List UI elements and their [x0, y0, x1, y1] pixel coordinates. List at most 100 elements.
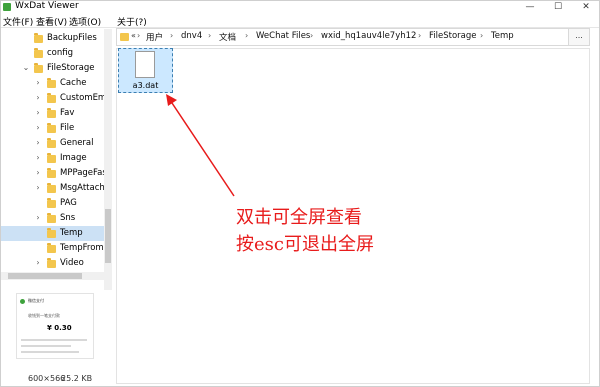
folder-icon — [34, 63, 43, 73]
folder-icon — [47, 123, 56, 133]
tree-item-mppagefas[interactable]: › MPPageFas — [0, 166, 107, 181]
tree-item-tempfromp[interactable]: TempFromP — [0, 241, 109, 256]
chevron-right-icon: › — [170, 31, 174, 40]
menu-options[interactable]: 选项(O) — [69, 15, 101, 28]
preview-divider — [21, 351, 79, 353]
tree-item-label: config — [47, 48, 74, 58]
annotation-line-2: 按esc可退出全屏 — [236, 234, 374, 255]
tree-item-filestorage[interactable]: ⌄ FileStorage — [0, 61, 104, 76]
chevron-right-icon[interactable]: › — [34, 168, 42, 177]
folder-icon — [47, 243, 56, 253]
image-preview[interactable]: 微信支付 收钱到一笔支付款 ¥ 0.30 — [16, 293, 94, 359]
preview-divider — [21, 345, 71, 347]
tree-item-sns[interactable]: › Sns — [0, 211, 104, 226]
tree-hscroll-thumb[interactable] — [8, 273, 82, 279]
folder-icon — [47, 138, 56, 148]
annotation-line-1: 双击可全屏查看 — [236, 207, 362, 228]
tree-item-label: MPPageFas — [60, 168, 107, 178]
tree-item-label: MsgAttach — [60, 183, 105, 193]
chevron-down-icon[interactable]: ⌄ — [22, 63, 30, 72]
menu-file[interactable]: 文件(F) — [3, 15, 33, 28]
breadcrumb-segment[interactable]: Temp — [491, 31, 514, 41]
tree-item-label: General — [60, 138, 94, 148]
tree-item-temp[interactable]: Temp — [0, 226, 104, 241]
folder-icon — [47, 258, 56, 268]
folder-icon — [34, 48, 43, 58]
close-button[interactable]: ✕ — [572, 0, 600, 14]
chevron-right-icon[interactable]: › — [34, 93, 42, 102]
chevron-right-icon: › — [137, 31, 141, 40]
chevron-right-icon[interactable]: › — [34, 153, 42, 162]
address-more-button[interactable]: ... — [568, 28, 590, 46]
chevron-right-icon[interactable]: › — [34, 123, 42, 132]
preview-title: 微信支付 — [28, 298, 44, 303]
breadcrumb-segment[interactable]: 文档 — [219, 31, 236, 43]
chevron-right-icon[interactable]: › — [34, 78, 42, 87]
tree-item-fav[interactable]: › Fav — [0, 106, 104, 121]
app-icon — [3, 3, 11, 11]
breadcrumb-segment[interactable]: FileStorage — [429, 31, 476, 41]
tree-item-label: FileStorage — [47, 63, 95, 73]
minimize-button[interactable]: — — [516, 0, 544, 14]
tree-item-label: PAG — [60, 198, 77, 208]
folder-icon — [47, 183, 56, 193]
chevron-right-icon: › — [480, 31, 484, 40]
chevron-right-icon[interactable]: › — [34, 213, 42, 222]
tree-item-customemo[interactable]: › CustomEmo — [0, 91, 111, 106]
folder-icon — [47, 78, 56, 88]
tree-item-cache[interactable]: › Cache — [0, 76, 104, 91]
breadcrumb-segment[interactable]: 用户 — [146, 31, 163, 43]
chevron-right-icon: › — [310, 31, 314, 40]
tree-item-video[interactable]: › Video — [0, 256, 104, 271]
chevron-right-icon: › — [418, 31, 422, 40]
breadcrumb-segment[interactable]: wxid_hq1auv4le7yh12 — [321, 31, 416, 41]
menu-about[interactable]: 关于(?) — [117, 15, 147, 28]
folder-icon — [47, 153, 56, 163]
folder-icon — [47, 228, 56, 238]
maximize-button[interactable]: ☐ — [544, 0, 572, 14]
tree-item-label: Temp — [60, 228, 83, 238]
file-name[interactable]: a3.dat — [118, 81, 173, 90]
chevron-right-icon[interactable]: › — [34, 108, 42, 117]
tree-item-label: TempFromP — [60, 243, 109, 253]
breadcrumb-segment[interactable]: dnv4 — [181, 31, 202, 41]
tree-item-label: BackupFiles — [47, 33, 97, 43]
tree-item-msgattach[interactable]: › MsgAttach — [0, 181, 105, 196]
title-bar: WxDat Viewer — ☐ ✕ — [0, 0, 600, 14]
folder-icon — [47, 93, 56, 103]
image-dimensions: 600×566 — [28, 374, 66, 383]
chevron-right-icon[interactable]: › — [34, 138, 42, 147]
tree-item-label: Video — [60, 258, 84, 268]
preview-line: 收钱到一笔支付款 — [28, 313, 60, 318]
chevron-right-icon[interactable]: › — [34, 183, 42, 192]
chevron-right-icon: › — [245, 31, 249, 40]
preview-logo-icon — [20, 299, 25, 304]
tree-item-backupfiles[interactable]: BackupFiles — [0, 31, 104, 46]
file-icon — [135, 51, 155, 78]
tree-scroll-thumb[interactable] — [105, 209, 111, 263]
preview-divider — [21, 339, 87, 341]
tree-item-image[interactable]: › Image — [0, 151, 104, 166]
tree-item-config[interactable]: config — [0, 46, 104, 61]
folder-icon — [47, 213, 56, 223]
chevron-right-icon: › — [208, 31, 212, 40]
tree-item-general[interactable]: › General — [0, 136, 104, 151]
menu-view[interactable]: 查看(V) — [36, 15, 67, 28]
chevron-right-icon[interactable]: › — [34, 258, 42, 267]
tree-item-label: Fav — [60, 108, 75, 118]
folder-icon — [47, 108, 56, 118]
tree-item-label: Sns — [60, 213, 76, 223]
tree-item-label: Image — [60, 153, 87, 163]
breadcrumb-overflow[interactable]: « — [131, 31, 136, 40]
folder-icon — [47, 198, 56, 208]
preview-amount: ¥ 0.30 — [47, 324, 72, 332]
menu-bar: 文件(F) 查看(V) 选项(O) 关于(?) — [0, 14, 600, 28]
tree-item-file[interactable]: › File — [0, 121, 104, 136]
folder-tree: BackupFiles config ⌄ FileStorage › Cache › Cust… — [0, 29, 112, 290]
tree-item-label: File — [60, 123, 75, 133]
app-title: WxDat Viewer — [15, 1, 79, 11]
file-size: 25.2 KB — [61, 374, 93, 383]
folder-icon — [120, 33, 129, 41]
tree-item-pag[interactable]: PAG — [0, 196, 104, 211]
breadcrumb-segment[interactable]: WeChat Files — [256, 31, 310, 41]
